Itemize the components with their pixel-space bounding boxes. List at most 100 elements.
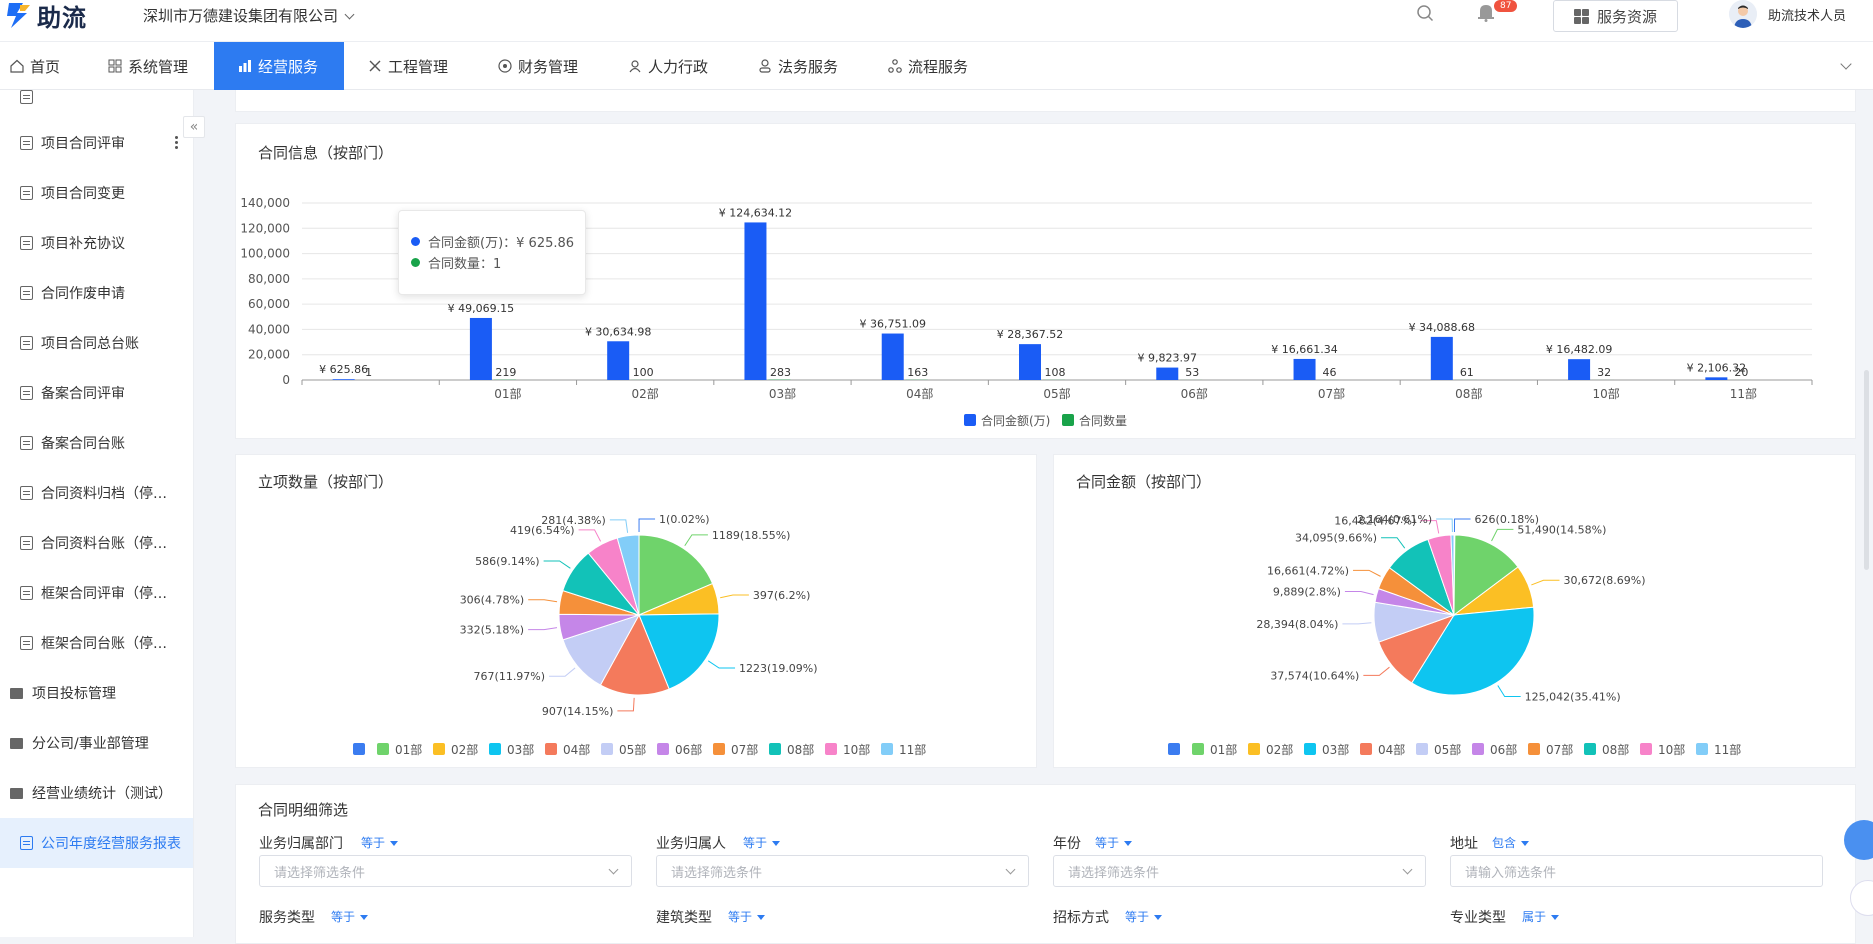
- tab-system[interactable]: 系统管理: [108, 42, 188, 90]
- legend-label[interactable]: 11部: [899, 742, 926, 757]
- legend-label[interactable]: 07部: [1546, 742, 1573, 757]
- logo[interactable]: 助流: [5, 0, 87, 30]
- legend-swatch[interactable]: [545, 743, 557, 755]
- bar-amount[interactable]: [1568, 359, 1590, 380]
- legend-label[interactable]: 合同数量: [1079, 413, 1127, 428]
- more-vertical-icon[interactable]: [175, 136, 178, 149]
- sidebar-item[interactable]: 框架合同台账（停…: [0, 618, 194, 668]
- scrollbar[interactable]: [1864, 370, 1869, 570]
- legend-label[interactable]: 01部: [395, 742, 422, 757]
- tab-hr-admin[interactable]: 人力行政: [628, 42, 708, 90]
- bar-amount[interactable]: [882, 334, 904, 380]
- legend-label[interactable]: 11部: [1714, 742, 1741, 757]
- legend-swatch[interactable]: [353, 743, 365, 755]
- bar-amount[interactable]: [1019, 344, 1041, 380]
- filter-operator-dropdown[interactable]: 属于: [1522, 908, 1559, 925]
- legend-swatch[interactable]: [601, 743, 613, 755]
- filter-select[interactable]: 请选择筛选条件: [1053, 855, 1426, 887]
- legend-label[interactable]: 02部: [451, 742, 478, 757]
- legend-label[interactable]: 合同金额(万): [981, 413, 1050, 428]
- filter-operator-dropdown[interactable]: 等于: [331, 908, 368, 925]
- bar-amount[interactable]: [1705, 377, 1727, 380]
- bar-amount[interactable]: [744, 222, 766, 380]
- tab-process[interactable]: 流程服务: [888, 42, 968, 90]
- sidebar-item[interactable]: 经营业绩统计（测试）: [0, 768, 194, 818]
- sidebar-item[interactable]: 框架合同评审（停…: [0, 568, 194, 618]
- legend-label[interactable]: 06部: [675, 742, 702, 757]
- legend-swatch[interactable]: [1168, 743, 1180, 755]
- legend-swatch[interactable]: [377, 743, 389, 755]
- legend-swatch[interactable]: [1640, 743, 1652, 755]
- sidebar-item[interactable]: 项目合同变更: [0, 168, 194, 218]
- filter-operator-dropdown[interactable]: 等于: [1095, 834, 1132, 851]
- legend-swatch[interactable]: [881, 743, 893, 755]
- sidebar-item[interactable]: 备案合同台账: [0, 418, 194, 468]
- bar-amount[interactable]: [1294, 359, 1316, 380]
- sidebar-item[interactable]: 项目投标管理: [0, 668, 194, 718]
- legend-swatch[interactable]: [489, 743, 501, 755]
- tab-engineering[interactable]: 工程管理: [368, 42, 448, 90]
- sidebar-item[interactable]: 分公司/事业部管理: [0, 718, 194, 768]
- legend-label[interactable]: 10部: [1658, 742, 1685, 757]
- sidebar-item[interactable]: 项目补充协议: [0, 218, 194, 268]
- sidebar-item[interactable]: 合同资料台账（停…: [0, 518, 194, 568]
- legend-swatch[interactable]: [825, 743, 837, 755]
- avatar[interactable]: [1729, 0, 1757, 28]
- legend-swatch[interactable]: [1248, 743, 1260, 755]
- legend-swatch[interactable]: [1360, 743, 1372, 755]
- service-resources-button[interactable]: 服务资源: [1553, 0, 1678, 32]
- legend-swatch[interactable]: [1416, 743, 1428, 755]
- legend-swatch[interactable]: [1472, 743, 1484, 755]
- legend-swatch[interactable]: [1062, 414, 1074, 426]
- tab-finance[interactable]: 财务管理: [498, 42, 578, 90]
- legend-swatch[interactable]: [433, 743, 445, 755]
- legend-swatch[interactable]: [713, 743, 725, 755]
- bar-amount[interactable]: [470, 318, 492, 380]
- bar-amount[interactable]: [333, 379, 355, 380]
- legend-label[interactable]: 02部: [1266, 742, 1293, 757]
- legend-label[interactable]: 04部: [563, 742, 590, 757]
- bar-amount[interactable]: [1431, 337, 1453, 380]
- legend-label[interactable]: 03部: [1322, 742, 1349, 757]
- collapse-sidebar-icon[interactable]: «: [183, 116, 205, 138]
- sidebar-item[interactable]: 合同作废申请: [0, 268, 194, 318]
- legend-label[interactable]: 01部: [1210, 742, 1237, 757]
- legend-label[interactable]: 08部: [1602, 742, 1629, 757]
- legend-label[interactable]: 10部: [843, 742, 870, 757]
- user-name[interactable]: 助流技术人员: [1768, 5, 1846, 24]
- sidebar-item[interactable]: 项目合同评审: [0, 118, 194, 168]
- legend-swatch[interactable]: [769, 743, 781, 755]
- filter-operator-dropdown[interactable]: 等于: [728, 908, 765, 925]
- legend-label[interactable]: 06部: [1490, 742, 1517, 757]
- legend-swatch[interactable]: [964, 414, 976, 426]
- sidebar-item[interactable]: 合同资料归档（停…: [0, 468, 194, 518]
- filter-operator-dropdown[interactable]: 等于: [361, 834, 398, 851]
- filter-select[interactable]: 请选择筛选条件: [656, 855, 1029, 887]
- legend-swatch[interactable]: [657, 743, 669, 755]
- legend-label[interactable]: 08部: [787, 742, 814, 757]
- filter-operator-dropdown[interactable]: 包含: [1492, 834, 1529, 851]
- sidebar-item[interactable]: 备案合同评审: [0, 368, 194, 418]
- search-icon[interactable]: [1416, 4, 1434, 22]
- legend-label[interactable]: 05部: [619, 742, 646, 757]
- bar-amount[interactable]: [607, 341, 629, 380]
- filter-operator-dropdown[interactable]: 等于: [1125, 908, 1162, 925]
- legend-swatch[interactable]: [1696, 743, 1708, 755]
- bar-amount[interactable]: [1156, 368, 1178, 380]
- legend-swatch[interactable]: [1528, 743, 1540, 755]
- sidebar-item[interactable]: 项目合同总台账: [0, 318, 194, 368]
- legend-swatch[interactable]: [1584, 743, 1596, 755]
- filter-input[interactable]: 请输入筛选条件: [1450, 855, 1823, 887]
- legend-label[interactable]: 03部: [507, 742, 534, 757]
- company-switcher[interactable]: 深圳市万德建设集团有限公司: [143, 5, 353, 26]
- tab-home[interactable]: 首页: [0, 42, 90, 90]
- filter-select[interactable]: 请选择筛选条件: [259, 855, 632, 887]
- filter-operator-dropdown[interactable]: 等于: [743, 834, 780, 851]
- legend-swatch[interactable]: [1192, 743, 1204, 755]
- tab-business[interactable]: 经营服务: [214, 42, 344, 90]
- legend-swatch[interactable]: [1304, 743, 1316, 755]
- tab-legal[interactable]: 法务服务: [758, 42, 838, 90]
- bell-icon[interactable]: [1477, 2, 1495, 22]
- sidebar-item[interactable]: 公司年度经营服务报表: [0, 818, 194, 868]
- legend-label[interactable]: 04部: [1378, 742, 1405, 757]
